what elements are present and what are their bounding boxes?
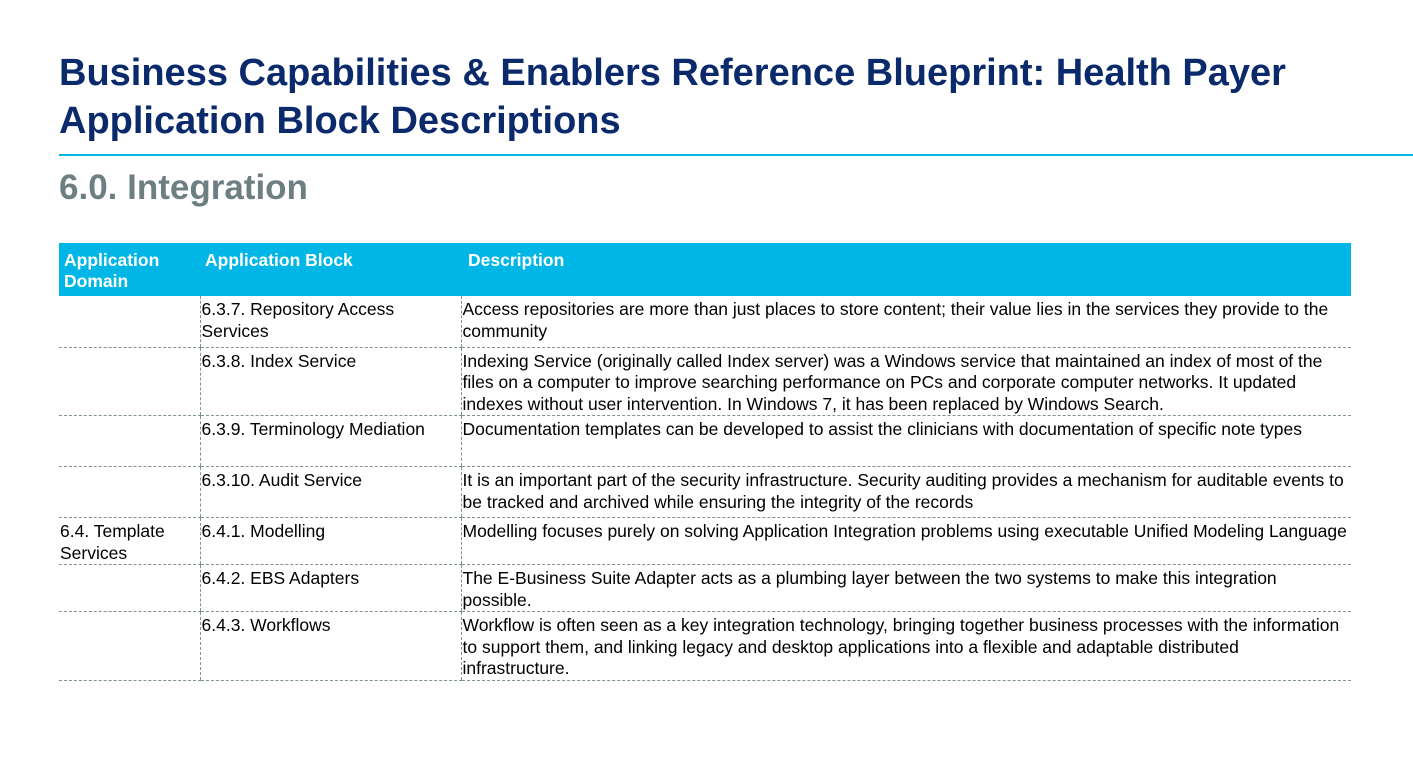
- table-row: 6.3.10. Audit Service It is an important…: [59, 466, 1351, 518]
- row-domain: [59, 296, 200, 348]
- row-domain: [59, 466, 200, 518]
- table-row: 6.4.2. EBS Adapters The E-Business Suite…: [59, 564, 1351, 612]
- row-block: 6.4.1. Modelling: [199, 517, 461, 565]
- table-row: 6.3.9. Terminology Mediation Documentati…: [59, 415, 1351, 467]
- row-domain: 6.4. Template Services: [59, 517, 200, 565]
- row-block: 6.3.7. Repository Access Services: [199, 296, 461, 348]
- row-block: 6.3.9. Terminology Mediation: [199, 415, 461, 467]
- page-title: Business Capabilities & Enablers Referen…: [59, 52, 1286, 142]
- table-row: 6.3.7. Repository Access Services Access…: [59, 296, 1351, 348]
- row-description: Access repositories are more than just p…: [460, 296, 1351, 348]
- row-description: Documentation templates can be developed…: [460, 415, 1351, 467]
- table-row: 6.3.8. Index Service Indexing Service (o…: [59, 347, 1351, 416]
- row-domain: [59, 347, 200, 416]
- header-application-block: Application Block: [200, 243, 461, 296]
- row-description: Indexing Service (originally called Inde…: [460, 347, 1351, 416]
- application-block-table: Application Domain Application Block Des…: [59, 243, 1351, 681]
- row-description: Modelling focuses purely on solving Appl…: [460, 517, 1351, 565]
- header-application-domain: Application Domain: [59, 243, 200, 296]
- row-domain: [59, 564, 200, 612]
- header-description: Description: [461, 243, 1351, 296]
- row-domain: [59, 611, 200, 681]
- row-description: Workflow is often seen as a key integrat…: [460, 611, 1351, 681]
- title-divider: [59, 154, 1413, 156]
- row-domain: [59, 415, 200, 467]
- table-header-row: Application Domain Application Block Des…: [59, 243, 1351, 296]
- table-row: 6.4.3. Workflows Workflow is often seen …: [59, 611, 1351, 681]
- row-block: 6.3.8. Index Service: [199, 347, 461, 416]
- row-block: 6.4.3. Workflows: [199, 611, 461, 681]
- row-block: 6.3.10. Audit Service: [199, 466, 461, 518]
- section-heading: 6.0. Integration: [59, 168, 308, 207]
- row-description: It is an important part of the security …: [460, 466, 1351, 518]
- row-block: 6.4.2. EBS Adapters: [199, 564, 461, 612]
- table-row: 6.4. Template Services 6.4.1. Modelling …: [59, 517, 1351, 565]
- row-description: The E-Business Suite Adapter acts as a p…: [460, 564, 1351, 612]
